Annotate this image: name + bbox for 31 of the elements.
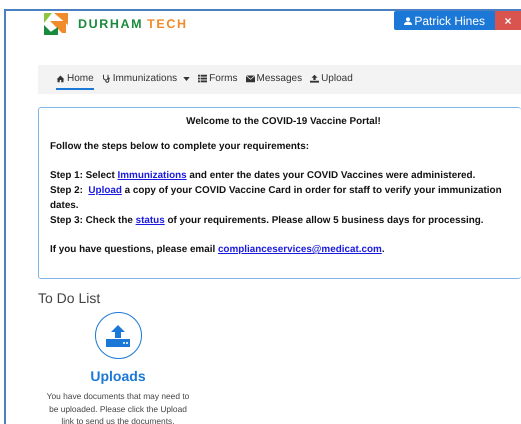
instruction-text: If you have questions, please email complianceservices@medicat.com.: [50, 243, 386, 257]
uploads-link[interactable]: Uploads: [90, 368, 146, 384]
envelope-icon: [246, 74, 254, 83]
logo-icon: [44, 13, 68, 35]
welcome-title: Welcome to the COVID-19 Vaccine Portal!: [185, 115, 382, 129]
todo-description: You have documents that may need to be uploaded. Please click the Upload link to send us the documents.: [46, 390, 190, 424]
upload-tray-icon: [106, 324, 130, 346]
close-button[interactable]: ×: [495, 11, 521, 30]
instruction-text: Step 1: Select Immunizations and enter the dates your COVID Vaccines were administered.: [50, 169, 476, 183]
logo-text: TECH: [147, 17, 188, 31]
nav-tab[interactable]: Forms: [198, 69, 238, 90]
instruction-text: Follow the steps below to complete your requirements:: [50, 140, 310, 154]
stethoscope-icon: [102, 74, 111, 83]
user-icon: [404, 16, 412, 24]
user-button[interactable]: Patrick Hines: [394, 11, 495, 30]
home-icon: [56, 74, 65, 83]
instruction-text: Step 2: Upload a copy of your COVID Vaccine Card in order for staff to verify your immunization dates.: [50, 184, 503, 213]
nav-tab[interactable]: Upload: [310, 69, 353, 90]
text-link[interactable]: complianceservices@medicat.com: [218, 244, 382, 255]
list-icon: [198, 74, 208, 83]
nav-tab[interactable]: Immunizations: [102, 69, 190, 90]
text-link[interactable]: Immunizations: [118, 170, 187, 181]
section-heading: To Do List: [38, 290, 102, 306]
upload-icon[interactable]: [94, 312, 142, 359]
nav-tab[interactable]: Messages: [246, 69, 302, 90]
instruction-text: Step 3: Check the status of your requirements. Please allow 5 business days for processing.: [50, 214, 485, 228]
logo-text: DURHAM: [78, 17, 144, 31]
text-link[interactable]: status: [136, 215, 165, 226]
upload-icon: [310, 74, 320, 83]
nav-tab[interactable]: Home: [56, 69, 94, 90]
text-link[interactable]: Upload: [88, 185, 122, 196]
